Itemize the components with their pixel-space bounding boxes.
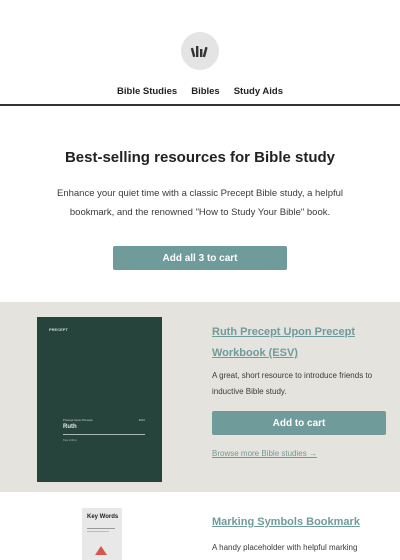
bookmark-cover-title: Key Words: [87, 514, 119, 520]
bookmark-text-line: [87, 528, 115, 529]
product-ruth-workbook: PRECEPT Precept Upon Precept ESV Ruth Ka…: [0, 302, 400, 492]
add-all-to-cart-button[interactable]: Add all 3 to cart: [113, 246, 287, 270]
books-logo-icon: [190, 46, 208, 58]
ruth-workbook-cover[interactable]: PRECEPT Precept Upon Precept ESV Ruth Ka…: [37, 317, 162, 482]
product-marking-bookmark: Key Words Marking Symbols Bookmark A han…: [0, 496, 400, 560]
hero-title: Best-selling resources for Bible study: [64, 149, 336, 166]
bookmark-title-link[interactable]: Marking Symbols Bookmark: [212, 516, 360, 528]
nav-item-bible-studies[interactable]: Bible Studies: [117, 86, 177, 97]
cover-series-name: Precept Upon Precept: [63, 418, 93, 422]
logo[interactable]: [181, 32, 219, 70]
cover-volume: ESV: [138, 418, 145, 422]
hero-subtitle: Enhance your quiet time with a classic P…: [56, 188, 344, 218]
bookmark-description: A handy placeholder with helpful marking…: [212, 543, 358, 560]
ruth-workbook-title-link[interactable]: Ruth Precept Upon Precept Workbook (ESV): [212, 322, 372, 364]
cover-title: Ruth: [63, 424, 77, 430]
cover-author: Kay Arthur: [63, 438, 78, 442]
bookmark-image[interactable]: Key Words: [82, 508, 122, 560]
nav-item-study-aids[interactable]: Study Aids: [234, 86, 283, 97]
main-nav: Bible Studies Bibles Study Aids: [0, 86, 400, 97]
cover-divider: [63, 434, 145, 435]
nav-item-bibles[interactable]: Bibles: [191, 86, 220, 97]
bookmark-text-line: [87, 531, 109, 532]
cover-series: Precept Upon Precept ESV: [63, 418, 145, 422]
nav-divider: [0, 104, 400, 106]
ruth-workbook-description: A great, short resource to introduce fri…: [212, 371, 373, 396]
browse-bible-studies-link[interactable]: Browse more Bible studies →: [212, 449, 317, 458]
triangle-symbol-icon: [95, 546, 107, 555]
cover-brand: PRECEPT: [49, 327, 68, 332]
add-to-cart-button[interactable]: Add to cart: [212, 411, 386, 435]
